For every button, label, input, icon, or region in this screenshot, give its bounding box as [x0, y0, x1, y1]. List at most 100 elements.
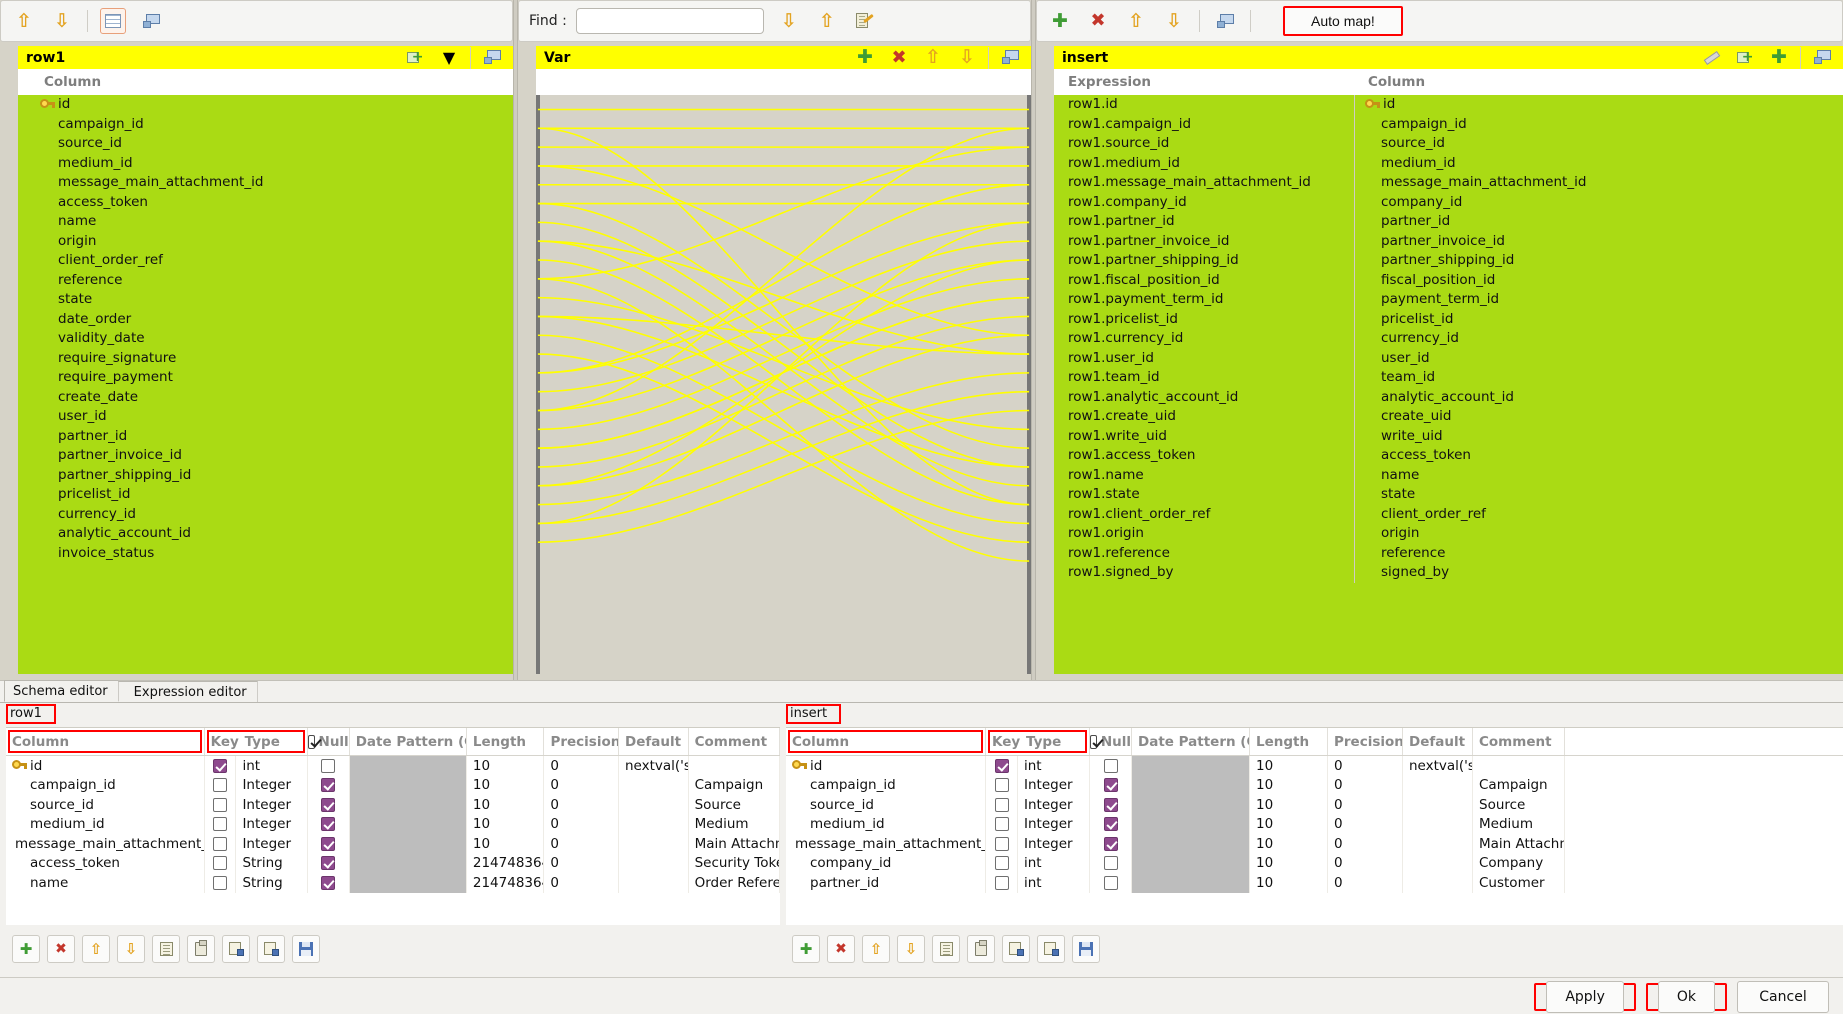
cell-precision[interactable]: 0: [544, 854, 619, 874]
filter-funnel-icon[interactable]: ▼: [436, 45, 462, 71]
right-paste-icon[interactable]: [967, 935, 995, 963]
input-table-title-bar[interactable]: row1 + ▼: [18, 46, 513, 69]
output-expression-item[interactable]: row1.fiscal_position_id: [1054, 271, 1354, 291]
cell-precision[interactable]: 0: [544, 815, 619, 835]
output-move-up-icon[interactable]: ⇧: [1123, 8, 1149, 34]
cell-null[interactable]: [1090, 815, 1132, 835]
cell-length[interactable]: 10: [467, 834, 545, 854]
cell-type[interactable]: int: [236, 756, 308, 776]
input-column-item[interactable]: name: [18, 212, 513, 232]
output-column-item[interactable]: analytic_account_id: [1355, 388, 1843, 408]
header-date-pattern[interactable]: Date Pattern (Ctrl+: [350, 728, 467, 755]
null-checkbox[interactable]: [1104, 876, 1118, 890]
cell-precision[interactable]: 0: [544, 873, 619, 893]
null-checkbox[interactable]: [1104, 778, 1118, 792]
cell-length[interactable]: 10: [467, 776, 545, 796]
cell-column[interactable]: company_id: [786, 854, 986, 874]
var-move-up-icon[interactable]: ⇧: [920, 45, 946, 71]
cell-date-pattern[interactable]: [350, 873, 467, 893]
key-checkbox[interactable]: [995, 817, 1009, 831]
cell-null[interactable]: [1090, 776, 1132, 796]
cell-key[interactable]: [986, 776, 1018, 796]
header-default[interactable]: Default: [1403, 728, 1473, 755]
null-checkbox[interactable]: [321, 817, 335, 831]
cell-comment[interactable]: Medium: [1473, 815, 1565, 835]
cell-comment[interactable]: Campaign: [1473, 776, 1565, 796]
cell-date-pattern[interactable]: [350, 756, 467, 776]
output-column-item[interactable]: currency_id: [1355, 329, 1843, 349]
cell-comment[interactable]: [689, 756, 780, 776]
cell-null[interactable]: [1090, 854, 1132, 874]
output-column-item[interactable]: name: [1355, 466, 1843, 486]
cell-precision[interactable]: 0: [1328, 873, 1403, 893]
key-checkbox[interactable]: [995, 798, 1009, 812]
null-checkbox[interactable]: [1104, 798, 1118, 812]
input-column-item[interactable]: currency_id: [18, 505, 513, 525]
right-move-up-icon[interactable]: ⇧: [862, 935, 890, 963]
cell-null[interactable]: [308, 776, 350, 796]
left-grid-body[interactable]: idint100nextval('scampaign_idInteger100C…: [6, 756, 780, 893]
null-header-checkbox[interactable]: [308, 735, 315, 749]
grid-row[interactable]: source_idInteger100Source: [6, 795, 780, 815]
output-expression-item[interactable]: row1.signed_by: [1054, 563, 1354, 583]
output-table-title-bar[interactable]: insert + ✚: [1054, 46, 1843, 69]
cell-precision[interactable]: 0: [1328, 756, 1403, 776]
cell-default[interactable]: [1403, 815, 1473, 835]
input-column-item[interactable]: source_id: [18, 134, 513, 154]
find-next-icon[interactable]: ⇩: [776, 8, 802, 34]
cancel-button[interactable]: Cancel: [1737, 981, 1829, 1013]
add-filter-row-icon[interactable]: +: [402, 45, 428, 71]
grid-row[interactable]: partner_idint100Customer: [786, 873, 1843, 893]
cell-key[interactable]: [986, 795, 1018, 815]
minimap-icon[interactable]: [138, 8, 164, 34]
key-checkbox[interactable]: [995, 856, 1009, 870]
cell-comment[interactable]: Customer: [1473, 873, 1565, 893]
grid-row[interactable]: access_tokenString21474836470Security To…: [6, 854, 780, 874]
ok-button[interactable]: Ok: [1658, 981, 1715, 1013]
null-checkbox[interactable]: [1104, 817, 1118, 831]
cell-column[interactable]: id: [786, 756, 986, 776]
grid-row[interactable]: nameString21474836470Order Referer: [6, 873, 780, 893]
cell-default[interactable]: [1403, 776, 1473, 796]
cell-null[interactable]: [308, 873, 350, 893]
header-column[interactable]: Column: [6, 728, 205, 755]
cell-comment[interactable]: Main Attachm: [1473, 834, 1565, 854]
cell-length[interactable]: 10: [1250, 815, 1328, 835]
output-column-item[interactable]: user_id: [1355, 349, 1843, 369]
output-column-item[interactable]: access_token: [1355, 446, 1843, 466]
left-add-icon[interactable]: ✚: [12, 935, 40, 963]
cell-default[interactable]: [619, 854, 689, 874]
output-expression-item[interactable]: row1.reference: [1054, 544, 1354, 564]
cell-type[interactable]: Integer: [1018, 815, 1090, 835]
cell-default[interactable]: [1403, 795, 1473, 815]
cell-column[interactable]: partner_id: [786, 873, 986, 893]
input-column-item[interactable]: analytic_account_id: [18, 524, 513, 544]
cell-key[interactable]: [205, 756, 237, 776]
output-expression-item[interactable]: row1.client_order_ref: [1054, 505, 1354, 525]
output-column-item[interactable]: signed_by: [1355, 563, 1843, 583]
cell-null[interactable]: [1090, 795, 1132, 815]
output-column-item[interactable]: origin: [1355, 524, 1843, 544]
grid-row[interactable]: message_main_attachment_idInteger100Main…: [786, 834, 1843, 854]
input-column-item[interactable]: state: [18, 290, 513, 310]
output-expression-item[interactable]: row1.analytic_account_id: [1054, 388, 1354, 408]
cell-date-pattern[interactable]: [350, 834, 467, 854]
cell-type[interactable]: Integer: [236, 795, 308, 815]
output-column-item[interactable]: source_id: [1355, 134, 1843, 154]
cell-length[interactable]: 2147483647: [467, 854, 545, 874]
cell-default[interactable]: [1403, 873, 1473, 893]
null-checkbox[interactable]: [321, 759, 335, 773]
key-checkbox[interactable]: [213, 817, 227, 831]
input-column-item[interactable]: user_id: [18, 407, 513, 427]
cell-comment[interactable]: Security Token: [689, 854, 780, 874]
cell-type[interactable]: Integer: [236, 776, 308, 796]
input-column-item[interactable]: partner_id: [18, 427, 513, 447]
find-options-icon[interactable]: [852, 8, 878, 34]
grid-row[interactable]: campaign_idInteger100Campaign: [786, 776, 1843, 796]
output-expression-item[interactable]: row1.source_id: [1054, 134, 1354, 154]
input-column-item[interactable]: create_date: [18, 388, 513, 408]
null-checkbox[interactable]: [1104, 759, 1118, 773]
left-export-icon[interactable]: [257, 935, 285, 963]
header-column[interactable]: Column: [786, 728, 986, 755]
cell-null[interactable]: [308, 815, 350, 835]
